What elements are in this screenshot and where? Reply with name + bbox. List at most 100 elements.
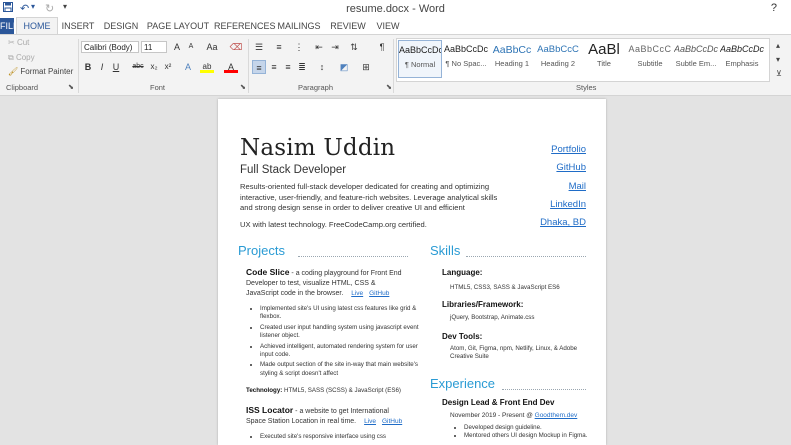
style-subtitle[interactable]: AaBbCcC Subtitle bbox=[628, 40, 672, 78]
style-title[interactable]: AaBl Title bbox=[582, 40, 626, 78]
tab-page-layout[interactable]: PAGE LAYOUT bbox=[146, 18, 210, 34]
location-link[interactable]: Dhaka, BD bbox=[540, 217, 586, 228]
github-link[interactable]: GitHub bbox=[556, 162, 586, 173]
font-family-dropdown[interactable]: Calibri (Body) bbox=[81, 41, 139, 53]
live-link[interactable]: Live bbox=[364, 418, 376, 425]
format-painter-label: Format Painter bbox=[20, 67, 74, 76]
tab-file[interactable]: FILE bbox=[0, 18, 14, 34]
style-heading-2[interactable]: AaBbCcC Heading 2 bbox=[536, 40, 580, 78]
multilevel-list-icon[interactable]: ⋮ bbox=[292, 40, 306, 54]
project-name: Code Slice bbox=[246, 267, 290, 277]
resume-summary: Results-oriented full-stack developer de… bbox=[240, 182, 498, 213]
title-bar: ↶ ▾ ↻ ▾ resume.docx - Word ? bbox=[0, 0, 791, 18]
list-item: Created user input handling system using… bbox=[260, 324, 424, 341]
tab-review[interactable]: REVIEW bbox=[328, 18, 368, 34]
change-case-button[interactable]: Aa bbox=[203, 40, 221, 54]
decrease-indent-icon[interactable]: ⇤ bbox=[312, 40, 326, 54]
project-iss-locator-title: ISS Locator - a website to get Internati… bbox=[246, 405, 406, 427]
project-iss-locator-bullets: Executed site's responsive interface usi… bbox=[246, 433, 424, 443]
highlight-button[interactable]: ab bbox=[200, 60, 214, 73]
list-item: Implemented site's UI using latest css f… bbox=[260, 305, 424, 322]
tab-mailings[interactable]: MAILINGS bbox=[275, 18, 323, 34]
justify-icon[interactable]: ≣ bbox=[295, 60, 309, 74]
style-normal[interactable]: AaBbCcDc ¶ Normal bbox=[398, 40, 442, 78]
styles-scroll-down-icon[interactable]: ▾ bbox=[776, 55, 780, 64]
tab-view[interactable]: VIEW bbox=[372, 18, 404, 34]
help-button[interactable]: ? bbox=[771, 2, 777, 14]
numbering-icon[interactable]: ≡ bbox=[272, 40, 286, 54]
mail-link[interactable]: Mail bbox=[569, 181, 586, 192]
project-code-slice-bullets: Implemented site's UI using latest css f… bbox=[246, 305, 424, 380]
show-formatting-marks-button[interactable]: ¶ bbox=[375, 40, 389, 54]
styles-scroll-up-icon[interactable]: ▴ bbox=[776, 41, 780, 50]
section-rule bbox=[298, 256, 408, 257]
copy-button[interactable]: ⧉ Copy bbox=[8, 53, 35, 63]
line-spacing-icon[interactable]: ↕ bbox=[315, 60, 329, 74]
clear-formatting-icon[interactable]: ⌫ bbox=[229, 40, 243, 54]
divider bbox=[78, 39, 79, 93]
style-subtle-emphasis[interactable]: AaBbCcDc Subtle Em... bbox=[674, 40, 718, 78]
section-rule bbox=[502, 389, 586, 390]
company-link[interactable]: Goodthem.dev bbox=[535, 412, 578, 419]
document-page[interactable]: Nasim Uddin Full Stack Developer Results… bbox=[218, 99, 606, 445]
experience-role: Design Lead & Front End Dev bbox=[442, 398, 555, 407]
font-launcher-icon[interactable]: ⬊ bbox=[240, 83, 246, 91]
scissors-icon: ✂ bbox=[8, 38, 15, 47]
grow-font-button[interactable]: A bbox=[170, 40, 184, 54]
list-item: Made output section of the site in-way t… bbox=[260, 361, 424, 378]
underline-button[interactable]: U bbox=[109, 60, 123, 74]
tech-label: Technology: bbox=[246, 387, 283, 394]
resume-role: Full Stack Developer bbox=[240, 164, 347, 176]
copy-label: Copy bbox=[15, 53, 35, 62]
style-name: ¶ Normal bbox=[404, 60, 436, 69]
italic-button[interactable]: I bbox=[95, 60, 109, 74]
live-link[interactable]: Live bbox=[351, 290, 363, 297]
list-item: Executed site's responsive interface usi… bbox=[260, 433, 424, 441]
project-name: ISS Locator bbox=[246, 405, 294, 415]
format-painter-button[interactable]: 🖌 Format Painter bbox=[8, 67, 73, 76]
cut-button[interactable]: ✂ Cut bbox=[8, 38, 29, 47]
strikethrough-button[interactable]: abc bbox=[130, 60, 146, 74]
tab-references[interactable]: REFERENCES bbox=[214, 18, 276, 34]
github-project-link[interactable]: GitHub bbox=[369, 290, 389, 297]
skills-devtools-heading: Dev Tools: bbox=[442, 332, 483, 341]
align-right-icon[interactable]: ≡ bbox=[281, 60, 295, 74]
style-name: Subtle Em... bbox=[675, 59, 717, 68]
superscript-button[interactable]: x² bbox=[161, 60, 175, 74]
paragraph-launcher-icon[interactable]: ⬊ bbox=[386, 83, 392, 91]
divider bbox=[248, 39, 249, 93]
style-preview: AaBbCcDc bbox=[674, 44, 718, 54]
style-name: Title bbox=[597, 59, 611, 68]
align-center-icon[interactable]: ≡ bbox=[267, 60, 281, 74]
increase-indent-icon[interactable]: ⇥ bbox=[328, 40, 342, 54]
github-project-link[interactable]: GitHub bbox=[382, 418, 402, 425]
font-color-button[interactable]: A bbox=[224, 60, 238, 73]
experience-heading: Experience bbox=[430, 376, 496, 391]
shading-icon[interactable]: ◩ bbox=[337, 60, 351, 74]
bold-button[interactable]: B bbox=[81, 60, 95, 74]
sort-icon[interactable]: ⇅ bbox=[347, 40, 361, 54]
linkedin-link[interactable]: LinkedIn bbox=[550, 199, 586, 210]
font-size-dropdown[interactable]: 11 bbox=[141, 41, 167, 53]
styles-more-icon[interactable]: ⊻ bbox=[776, 69, 782, 78]
tab-design[interactable]: DESIGN bbox=[101, 18, 141, 34]
style-heading-1[interactable]: AaBbCc Heading 1 bbox=[490, 40, 534, 78]
style-emphasis[interactable]: AaBbCcDc Emphasis bbox=[720, 40, 764, 78]
tab-insert[interactable]: INSERT bbox=[60, 18, 96, 34]
tab-home[interactable]: HOME bbox=[16, 17, 58, 35]
style-name: ¶ No Spac... bbox=[445, 59, 487, 68]
skills-language-heading: Language: bbox=[442, 268, 483, 277]
subscript-button[interactable]: x₂ bbox=[147, 60, 161, 74]
align-left-icon[interactable]: ≡ bbox=[252, 60, 266, 74]
clipboard-launcher-icon[interactable]: ⬊ bbox=[68, 83, 74, 91]
borders-icon[interactable]: ⊞ bbox=[359, 60, 373, 74]
tab-file-label: FILE bbox=[0, 21, 14, 31]
bullets-icon[interactable]: ☰ bbox=[252, 40, 266, 54]
shrink-font-button[interactable]: A bbox=[184, 40, 198, 54]
text-effects-icon[interactable]: A bbox=[181, 60, 195, 74]
experience-date: November 2019 - Present @ Goodthem.dev bbox=[450, 412, 577, 419]
resume-name: Nasim Uddin bbox=[240, 135, 396, 161]
ribbon-tabs: FILE HOME INSERT DESIGN PAGE LAYOUT REFE… bbox=[0, 17, 791, 35]
portfolio-link[interactable]: Portfolio bbox=[551, 144, 586, 155]
style-no-spacing[interactable]: AaBbCcDc ¶ No Spac... bbox=[444, 40, 488, 78]
